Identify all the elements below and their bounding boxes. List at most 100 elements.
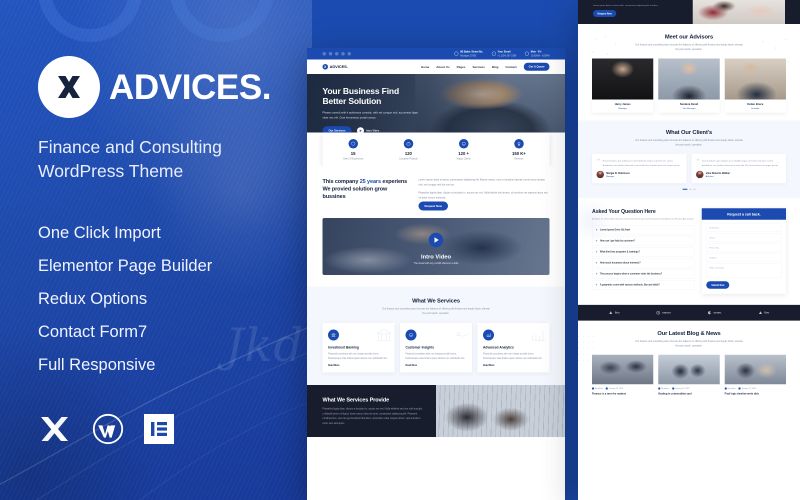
read-more-link[interactable]: Read More xyxy=(328,364,389,367)
service-card[interactable]: Customer Insights Financial consultant w… xyxy=(400,323,472,373)
submit-now-button[interactable]: Submit Now xyxy=(706,281,730,289)
services-subtitle: Our finance and consulting team focuses … xyxy=(382,307,490,315)
partner-mark-icon xyxy=(758,311,762,315)
service-text: Financial consultant with non integra pr… xyxy=(328,352,388,360)
stat-label: Years Of Experience xyxy=(342,157,364,161)
nav-item-services[interactable]: Services xyxy=(472,65,484,69)
subject-field[interactable]: Subject xyxy=(706,253,782,262)
faq-question: What kind has programs & trainings? xyxy=(599,250,640,254)
video-title: Intro Video xyxy=(421,253,451,260)
phone-field[interactable]: Phone No. xyxy=(706,243,782,252)
request-now-button[interactable]: Request Now xyxy=(418,201,448,211)
feature-item: Redux Options xyxy=(38,290,148,309)
carousel-pagination[interactable] xyxy=(592,188,786,190)
plus-icon: + xyxy=(595,283,598,287)
topbar-info-item: Your Email +1 (234) 567-2389 xyxy=(491,50,516,57)
right-preview-mockup[interactable]: Lorem ipsum dolor sit amet nulla, consec… xyxy=(578,0,800,500)
stat-label: Revenue xyxy=(514,157,524,161)
about-paragraph: Lorem ipsum dolor sit amet, consectetur … xyxy=(418,178,545,187)
read-more-link[interactable]: Read More xyxy=(406,364,467,367)
video-player[interactable]: Intro Video The visual with any exhibit … xyxy=(322,218,550,275)
blog-subtitle: Our finance and consulting team focuses … xyxy=(635,340,743,348)
testimonial-card: “ Tuan tincidunt, quis tempora in ut amp… xyxy=(691,153,786,184)
center-preview-mockup[interactable]: 88 Baker Street No. Michigan 27080 Your E… xyxy=(307,48,565,500)
blog-card[interactable]: By admin January 21, 2021 Find logic tim… xyxy=(724,354,786,396)
faq-item[interactable]: + Lorem Ipsum Dolor Sit Amet xyxy=(592,225,695,235)
advisor-name: Sandera Devid xyxy=(679,102,699,106)
info-sub: 10:00AM - 6:00PM xyxy=(530,54,550,57)
smile-icon xyxy=(458,139,469,149)
carousel-dot[interactable] xyxy=(693,188,696,190)
blog-author: By admin xyxy=(592,387,603,390)
message-field[interactable]: Write Comment xyxy=(706,263,782,278)
preview-topbar: 88 Baker Street No. Michigan 27080 Your E… xyxy=(307,48,565,60)
insight-icon xyxy=(405,329,417,341)
partner-logo: orven. xyxy=(707,311,722,315)
provide-paragraph: Phasellus ligula diam, dictum a tincidun… xyxy=(322,407,423,425)
stat-value: 150 K+ xyxy=(511,151,526,156)
stat-label: Happy Clients xyxy=(456,157,471,161)
advisor-name: Harry James xyxy=(614,102,631,106)
faq-question: The process begins when a customer visit… xyxy=(599,272,663,276)
nav-logo-word: ADVICES. xyxy=(329,64,348,69)
service-card[interactable]: Advanced Analytics Financial consultant … xyxy=(477,323,550,373)
nav-item-contact[interactable]: Contact xyxy=(505,65,516,69)
user-icon xyxy=(658,387,661,390)
request-now-button[interactable]: Request Now xyxy=(593,10,617,18)
shield-icon xyxy=(348,139,358,149)
service-title: Advanced Analytics xyxy=(483,345,514,350)
nav-item-pages[interactable]: Pages xyxy=(457,65,466,69)
instagram-icon[interactable] xyxy=(341,52,345,56)
faq-item[interactable]: + The process begins when a customer visi… xyxy=(592,269,695,279)
testimonials-title: What Our Client's xyxy=(665,128,713,136)
nav-item-home[interactable]: Home xyxy=(421,65,429,69)
promo-left-panel: Jkd ADVICES. Finance and Consulting Word… xyxy=(0,0,312,500)
about-paragraph: Phasellus ligula diam, dictum a tincidun… xyxy=(418,191,548,200)
service-card[interactable]: Investment Banking Financial consultant … xyxy=(322,323,395,373)
nav-menu[interactable]: Home About Us Pages Services Blog Contac… xyxy=(421,62,550,71)
faq-question: How can I get help by customer? xyxy=(599,239,635,243)
nav-logo[interactable]: X ADVICES. xyxy=(322,64,348,70)
faq-item[interactable]: + A payments come with various methods, l… xyxy=(592,280,695,290)
blog-date: January 21, 2021 xyxy=(605,387,623,390)
faq-item[interactable]: + How much insurance about interests? xyxy=(592,258,695,268)
stat-item: 15 Years Of Experience xyxy=(326,139,381,160)
advisor-card[interactable]: Harry James Manager xyxy=(592,58,654,113)
nav-item-blog[interactable]: Blog xyxy=(492,65,499,69)
service-title: Investment Banking xyxy=(328,345,359,350)
email-field[interactable]: Email xyxy=(706,233,782,242)
linkedin-icon[interactable] xyxy=(335,52,339,56)
brand-lockup: ADVICES. xyxy=(38,56,312,118)
blog-photo xyxy=(592,354,654,385)
plus-icon: + xyxy=(595,261,598,265)
about-section: This company 25 years experiens We provi… xyxy=(307,166,565,218)
services-section: What We Services Our finance and consult… xyxy=(307,286,565,386)
get-a-quote-button[interactable]: Get A Quote xyxy=(523,62,550,71)
faq-intro: A Tribute To Those Who Served as Executi… xyxy=(592,217,695,221)
blog-card[interactable]: By admin January 21, 2021 Finance is a t… xyxy=(592,354,654,396)
advisor-card[interactable]: Delwo Bruce Founder xyxy=(724,58,786,113)
facebook-icon[interactable] xyxy=(322,52,326,56)
faq-item[interactable]: + What kind has programs & trainings? xyxy=(592,247,695,257)
faq-item[interactable]: + How can I get help by customer? xyxy=(592,236,695,246)
testimonial-role: Manager xyxy=(606,175,615,178)
full-name-field[interactable]: Full Name xyxy=(706,223,782,232)
hero-title: Your Business Find Better Solution xyxy=(322,86,400,107)
feature-item: Elementor Page Builder xyxy=(38,257,213,276)
advisor-card[interactable]: Sandera Devid Vice Manager xyxy=(658,58,720,113)
chart-watermark-icon xyxy=(532,330,546,341)
advisor-photo xyxy=(592,58,654,100)
carousel-dot[interactable] xyxy=(689,188,692,190)
carousel-dot[interactable] xyxy=(682,188,688,190)
faq-accordion[interactable]: + Lorem Ipsum Dolor Sit Amet + How can I g… xyxy=(592,225,695,290)
blog-card[interactable]: By admin January 21, 2021 Dealing in com… xyxy=(658,354,720,396)
youtube-icon[interactable] xyxy=(347,52,351,56)
x-logo-icon xyxy=(38,412,72,446)
x-mark-icon: X xyxy=(322,64,328,70)
nav-item-about[interactable]: About Us xyxy=(436,65,449,69)
read-more-link[interactable]: Read More xyxy=(483,364,544,367)
twitter-icon[interactable] xyxy=(328,52,333,56)
play-icon[interactable] xyxy=(428,232,444,248)
callback-form-heading: Request a call back. xyxy=(701,208,786,220)
social-icons[interactable] xyxy=(322,52,351,56)
